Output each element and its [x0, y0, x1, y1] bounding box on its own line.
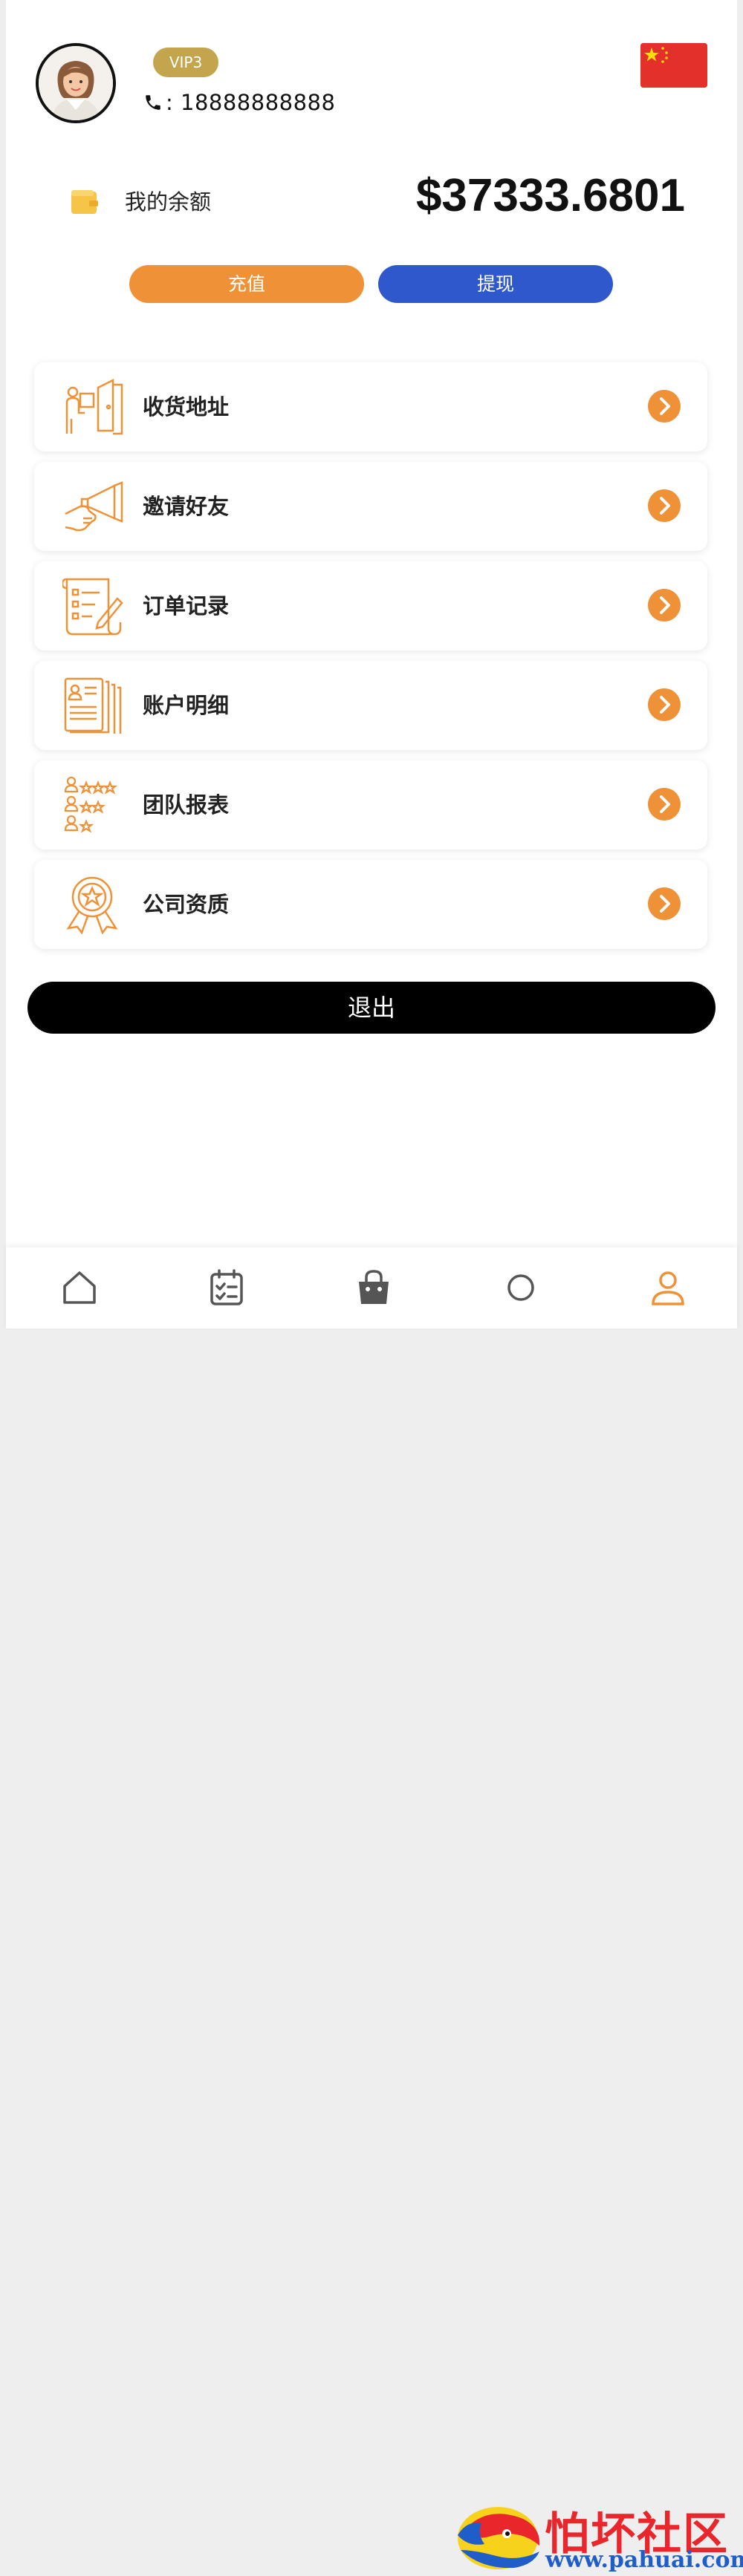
company-certificate-icon	[66, 876, 118, 934]
chevron-right-icon[interactable]	[648, 887, 681, 920]
chevron-right-icon[interactable]	[648, 688, 681, 721]
menu-item-account-details[interactable]: 账户明细	[34, 661, 707, 750]
vip-badge: VIP3	[153, 48, 218, 77]
menu-item-order-record[interactable]: 订单记录	[34, 561, 707, 650]
chevron-right-icon[interactable]	[648, 489, 681, 522]
profile-icon[interactable]	[647, 1267, 689, 1308]
watermark: 怕坏社区 www.pahuai.com	[452, 2497, 743, 2576]
menu-item-label: 订单记录	[143, 593, 230, 619]
menu-item-label: 公司资质	[143, 892, 230, 917]
profile-page: VIP3 : 18888888888 我的余额 $37333.6801 充值 提…	[6, 0, 743, 2573]
delivery-address-icon	[65, 378, 123, 435]
menu-item-label: 收货地址	[143, 394, 230, 420]
team-report-icon	[64, 776, 118, 833]
logout-button[interactable]: 退出	[27, 982, 716, 1034]
order-record-icon	[62, 578, 123, 636]
phone-prefix: :	[166, 90, 181, 115]
menu-item-team-report[interactable]: 团队报表	[34, 760, 707, 850]
service-icon[interactable]	[500, 1267, 542, 1308]
menu-item-delivery-address[interactable]: 收货地址	[34, 362, 707, 451]
avatar[interactable]	[36, 43, 116, 123]
balance-amount: $37333.6801	[415, 170, 685, 221]
menu-item-company-qualification[interactable]: 公司资质	[34, 860, 707, 949]
shop-bag-icon[interactable]	[353, 1267, 395, 1308]
home-icon[interactable]	[59, 1267, 100, 1308]
chevron-right-icon[interactable]	[648, 788, 681, 821]
phone-number: : 18888888888	[143, 88, 335, 117]
phone-icon	[146, 95, 160, 110]
wallet-icon	[70, 189, 100, 215]
menu-item-label: 邀请好友	[143, 494, 230, 519]
menu-item-label: 账户明细	[143, 693, 230, 718]
bottom-nav: 怕坏社区 www.pahuai.com	[6, 1248, 743, 2573]
balance-label: 我的余额	[125, 189, 212, 215]
menu-item-label: 团队报表	[143, 792, 230, 818]
menu-item-invite-friends[interactable]: 邀请好友	[34, 462, 707, 551]
recharge-button[interactable]: 充值	[129, 265, 364, 303]
invite-megaphone-icon	[65, 481, 123, 532]
withdraw-button[interactable]: 提现	[378, 265, 613, 303]
watermark-url: www.pahuai.com	[545, 2547, 743, 2573]
chevron-right-icon[interactable]	[648, 589, 681, 622]
fish-logo-icon	[458, 2507, 540, 2569]
account-details-icon	[64, 677, 122, 734]
china-flag-icon[interactable]	[640, 43, 707, 88]
tasks-icon[interactable]	[206, 1267, 247, 1308]
phone-value: 18888888888	[181, 90, 336, 115]
chevron-right-icon[interactable]	[648, 390, 681, 423]
